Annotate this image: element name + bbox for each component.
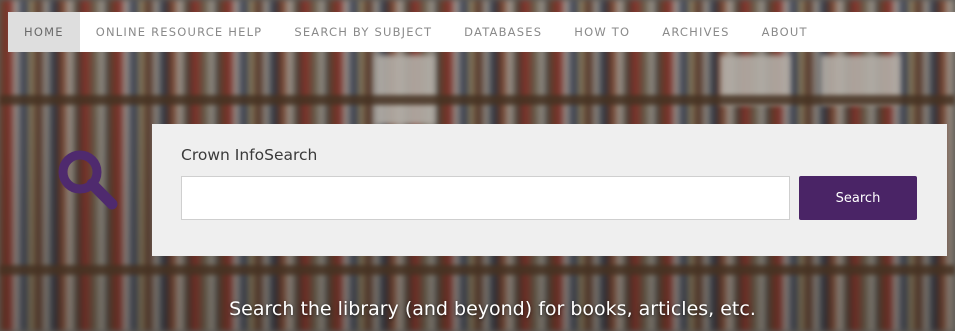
magnifier-icon	[58, 150, 118, 210]
page: HOME ONLINE RESOURCE HELP SEARCH BY SUBJ…	[0, 0, 955, 331]
tagline: Search the library (and beyond) for book…	[229, 298, 756, 320]
nav-item-archives[interactable]: ARCHIVES	[646, 12, 745, 52]
search-button[interactable]: Search	[799, 176, 917, 220]
search-input[interactable]	[181, 176, 790, 220]
search-panel: Crown InfoSearch Search	[152, 124, 947, 256]
nav-item-how-to[interactable]: HOW TO	[558, 12, 646, 52]
main-nav: HOME ONLINE RESOURCE HELP SEARCH BY SUBJ…	[8, 12, 955, 52]
search-title: Crown InfoSearch	[181, 146, 318, 164]
nav-item-online-resource-help[interactable]: ONLINE RESOURCE HELP	[80, 12, 279, 52]
nav-item-home[interactable]: HOME	[8, 12, 80, 52]
nav-item-databases[interactable]: DATABASES	[448, 12, 558, 52]
nav-item-search-by-subject[interactable]: SEARCH BY SUBJECT	[278, 12, 448, 52]
nav-item-about[interactable]: ABOUT	[746, 12, 824, 52]
